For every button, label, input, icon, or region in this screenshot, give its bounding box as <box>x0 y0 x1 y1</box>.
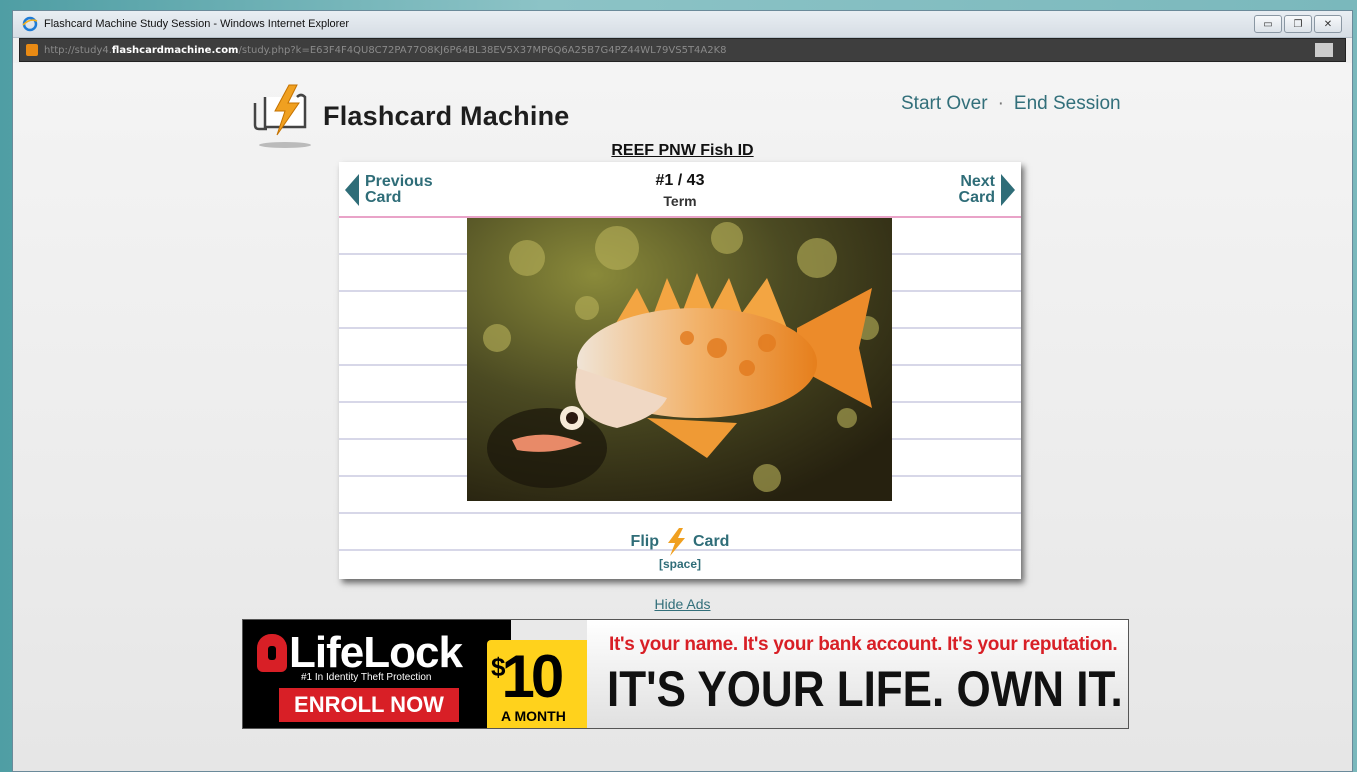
ad-line-1: It's your name. It's your bank account. … <box>609 634 1118 655</box>
page-content: Flashcard Machine Start Over · End Sessi… <box>13 63 1352 771</box>
next-label-2: Card <box>958 189 995 206</box>
ad-price-period: A MONTH <box>501 708 566 724</box>
top-nav: Start Over · End Session <box>901 93 1121 115</box>
ad-price-symbol: $ <box>491 652 506 682</box>
ad-line-2: IT'S YOUR LIFE. OWN IT. <box>607 661 1123 717</box>
site-logo[interactable]: Flashcard Machine <box>245 81 569 151</box>
flip-shortcut-hint: [space] <box>658 557 702 571</box>
browser-window: Flashcard Machine Study Session - Window… <box>12 10 1353 772</box>
compat-view-icon[interactable] <box>1315 43 1333 57</box>
logo-text: Flashcard Machine <box>323 100 570 131</box>
window-controls: ▭ ❐ ✕ <box>1254 15 1342 33</box>
restore-button[interactable]: ❐ <box>1284 15 1312 33</box>
deck-title[interactable]: REEF PNW Fish ID <box>13 142 1352 160</box>
lifelock-ad-banner[interactable]: LifeLock #1 In Identity Theft Protection… <box>242 619 1129 729</box>
fish-photo <box>467 218 892 501</box>
close-button[interactable]: ✕ <box>1314 15 1342 33</box>
ad-brand-name: LifeLock <box>289 628 463 677</box>
flip-label-right: Card <box>692 533 730 550</box>
flip-label-left: Flip <box>630 533 659 550</box>
end-session-link[interactable]: End Session <box>1014 93 1121 115</box>
window-title: Flashcard Machine Study Session - Window… <box>44 18 350 30</box>
card-counter: #1 / 43 Term <box>339 172 1021 209</box>
lightning-icon <box>667 528 685 556</box>
title-bar: Flashcard Machine Study Session - Window… <box>13 11 1352 38</box>
ad-tagline: #1 In Identity Theft Protection <box>301 672 432 683</box>
flip-card-button[interactable]: Flip Card [space] <box>339 528 1021 571</box>
ad-enroll-button[interactable]: ENROLL NOW <box>279 688 459 722</box>
ad-price-amount: $10 <box>491 642 564 711</box>
ad-price-badge: $10 A MONTH <box>487 640 587 728</box>
minimize-button[interactable]: ▭ <box>1254 15 1282 33</box>
url-prefix: http://study4. <box>44 44 112 56</box>
arrow-right-icon <box>1001 174 1015 206</box>
card-number: #1 / 43 <box>655 172 705 189</box>
card-side: Term <box>663 193 697 209</box>
start-over-link[interactable]: Start Over <box>901 93 988 115</box>
lock-icon <box>257 634 287 672</box>
ad-message-panel: It's your name. It's your bank account. … <box>587 620 1128 728</box>
url-host: flashcardmachine.com <box>111 44 239 56</box>
next-label-1: Next <box>960 173 995 190</box>
hide-ads-link[interactable]: Hide Ads <box>13 596 1352 612</box>
flashcard-logo-icon <box>253 84 311 148</box>
next-card-button[interactable]: Next Card <box>959 174 1015 206</box>
ie-icon <box>22 16 38 32</box>
nav-separator: · <box>997 93 1004 114</box>
flashcard: Previous Card #1 / 43 Term Next Card Fli… <box>339 162 1021 579</box>
url-path: /study.php?k=E63F4F4QU8C72PA77O8KJ6P64BL… <box>238 44 727 56</box>
address-bar[interactable]: http://study4. flashcardmachine.com/study… <box>19 38 1346 62</box>
favicon <box>26 44 38 56</box>
ad-brand-panel: LifeLock #1 In Identity Theft Protection… <box>243 620 511 728</box>
ad-price-number: 10 <box>501 643 564 710</box>
